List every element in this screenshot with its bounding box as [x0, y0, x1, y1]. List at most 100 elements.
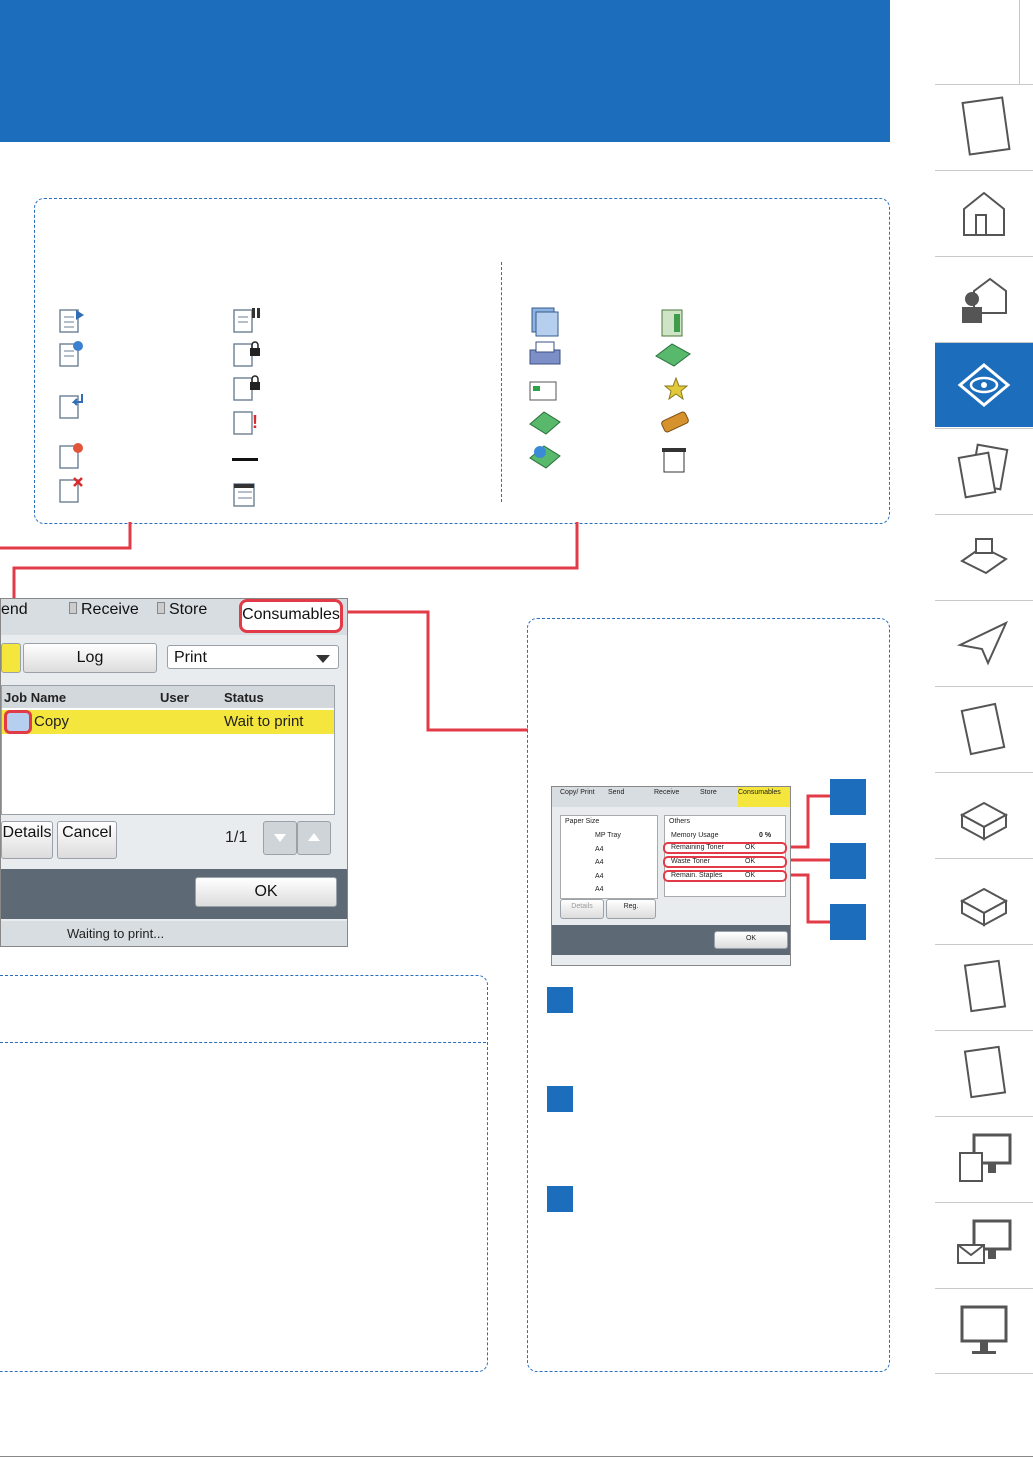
address-book-icon	[960, 702, 1006, 756]
chevron-down-icon	[316, 655, 330, 663]
remain-staples-row: Remain. Staples OK	[663, 870, 787, 882]
tab-receive-label: Receive	[81, 601, 139, 618]
tab-consumables-label: Consumables	[242, 606, 340, 623]
row-job-name: Copy	[34, 713, 70, 730]
mini-reg-button[interactable]: Reg.	[606, 899, 656, 919]
sidebar-item-send[interactable]	[935, 600, 1033, 685]
marker-1	[547, 987, 573, 1013]
tab-store-label: Store	[169, 601, 208, 618]
mini-tab-store[interactable]: Store	[700, 789, 717, 796]
scroll-up-button[interactable]	[297, 821, 331, 855]
notes-divider	[0, 1042, 486, 1043]
active-subtab[interactable]	[1, 643, 21, 673]
house-icon	[963, 191, 1005, 236]
paper-size-title: Paper Size	[565, 818, 600, 825]
tab-send-label: end	[1, 601, 28, 618]
arrow-down-icon	[274, 834, 286, 842]
others-panel: Others Memory Usage 0 % Remaining Toner …	[663, 815, 787, 897]
documents-icon	[957, 443, 1009, 499]
remaining-toner-value: OK	[745, 844, 756, 851]
tab-consumables[interactable]: Consumables	[239, 599, 343, 633]
mini-reg-label: Reg.	[623, 903, 639, 910]
tab-store[interactable]: Store	[157, 601, 207, 635]
sidebar-item-receive-box[interactable]	[935, 772, 1033, 857]
log-button[interactable]: Log	[23, 643, 157, 673]
computer-icon	[960, 1305, 1008, 1354]
tab-send[interactable]: end	[1, 601, 28, 635]
details-button-label: Details	[2, 824, 52, 841]
cancel-button-label: Cancel	[62, 824, 112, 841]
paper-plane-icon	[956, 620, 1009, 666]
callout-box-1	[830, 779, 866, 815]
fax-machine-icon	[960, 538, 1008, 575]
sidebar-item-eye[interactable]	[935, 342, 1033, 427]
ok-button[interactable]: OK	[195, 877, 337, 907]
device-screen: end Receive Store Consumables Log Print …	[0, 598, 348, 947]
mini-tab-consumables[interactable]: Consumables	[738, 787, 790, 807]
copy-job-icon	[4, 710, 32, 734]
document-lines-icon	[963, 1045, 1007, 1099]
job-table: Job Name User Status Copy Wait to print	[1, 685, 335, 815]
waste-toner-row: Waste Toner OK	[663, 856, 787, 868]
paper-row: A4	[595, 886, 604, 893]
column-header-status: Status	[224, 690, 264, 705]
status-bar: Waiting to print...	[1, 921, 347, 946]
outbox-icon	[959, 887, 1009, 927]
paper-row: A4	[595, 859, 604, 866]
paper-row: A4	[595, 873, 604, 880]
computer-document-icon	[959, 1133, 1012, 1182]
sidebar-item-fax[interactable]	[935, 514, 1033, 599]
status-text: Waiting to print...	[67, 926, 165, 941]
log-button-label: Log	[76, 649, 104, 666]
table-row[interactable]: Copy Wait to print	[2, 710, 334, 734]
details-button[interactable]: Details	[1, 821, 53, 859]
row-status: Wait to print	[224, 713, 304, 730]
print-dropdown[interactable]: Print	[167, 645, 339, 669]
mini-ok-button[interactable]: OK	[714, 931, 788, 949]
paper-size-panel: Paper Size MP Tray A4 A4 A4 A4	[560, 815, 658, 899]
pdf-icon	[963, 959, 1007, 1013]
eye-icon	[957, 363, 1011, 407]
marker-2	[547, 1086, 573, 1112]
sidebar-item-pdf[interactable]	[935, 944, 1033, 1029]
inbox-icon	[959, 801, 1009, 841]
sidebar-item-send-box[interactable]	[935, 858, 1033, 943]
waste-toner-label: Waste Toner	[671, 858, 710, 865]
marker-3	[547, 1186, 573, 1212]
mini-details-button[interactable]: Details	[560, 899, 604, 919]
tab-receive[interactable]: Receive	[69, 601, 139, 635]
others-title: Others	[669, 818, 691, 825]
column-header-user: User	[160, 690, 189, 705]
remaining-toner-row: Remaining Toner OK	[663, 842, 787, 854]
sidebar-item-copy[interactable]	[935, 428, 1033, 513]
scroll-down-button[interactable]	[263, 821, 297, 855]
status-led	[69, 602, 77, 614]
sidebar-item-document[interactable]	[935, 84, 1033, 169]
waste-toner-value: OK	[745, 858, 756, 865]
arrow-up-icon	[308, 833, 320, 841]
sidebar-item-pc-mail[interactable]	[935, 1202, 1033, 1287]
sidebar-item-user-home[interactable]	[935, 256, 1033, 341]
column-header-job-name: Job Name	[4, 690, 67, 705]
callout-box-2	[830, 843, 866, 879]
sidebar-top-line	[1019, 0, 1020, 84]
sidebar-item-document-2[interactable]	[935, 1030, 1033, 1115]
sidebar-item-address-book[interactable]	[935, 686, 1033, 771]
consumables-info-box	[527, 618, 890, 1372]
mini-tab-copy-print[interactable]: Copy/ Print	[560, 789, 600, 796]
user-house-icon	[962, 277, 1007, 323]
remain-staples-label: Remain. Staples	[671, 872, 723, 879]
status-led-2	[157, 602, 165, 614]
notes-box	[0, 975, 488, 1372]
footer-line	[0, 1456, 1033, 1457]
sidebar-item-pc[interactable]	[935, 1288, 1033, 1374]
paper-row: A4	[595, 846, 604, 853]
mini-tab-receive[interactable]: Receive	[654, 789, 679, 796]
mini-tab-send[interactable]: Send	[608, 789, 624, 796]
sidebar-item-pc-document[interactable]	[935, 1116, 1033, 1201]
document-icon	[961, 96, 1011, 156]
sidebar-item-home[interactable]	[935, 170, 1033, 255]
memory-usage-label: Memory Usage	[671, 832, 719, 839]
mini-details-label: Details	[571, 903, 593, 910]
cancel-button[interactable]: Cancel	[57, 821, 117, 859]
